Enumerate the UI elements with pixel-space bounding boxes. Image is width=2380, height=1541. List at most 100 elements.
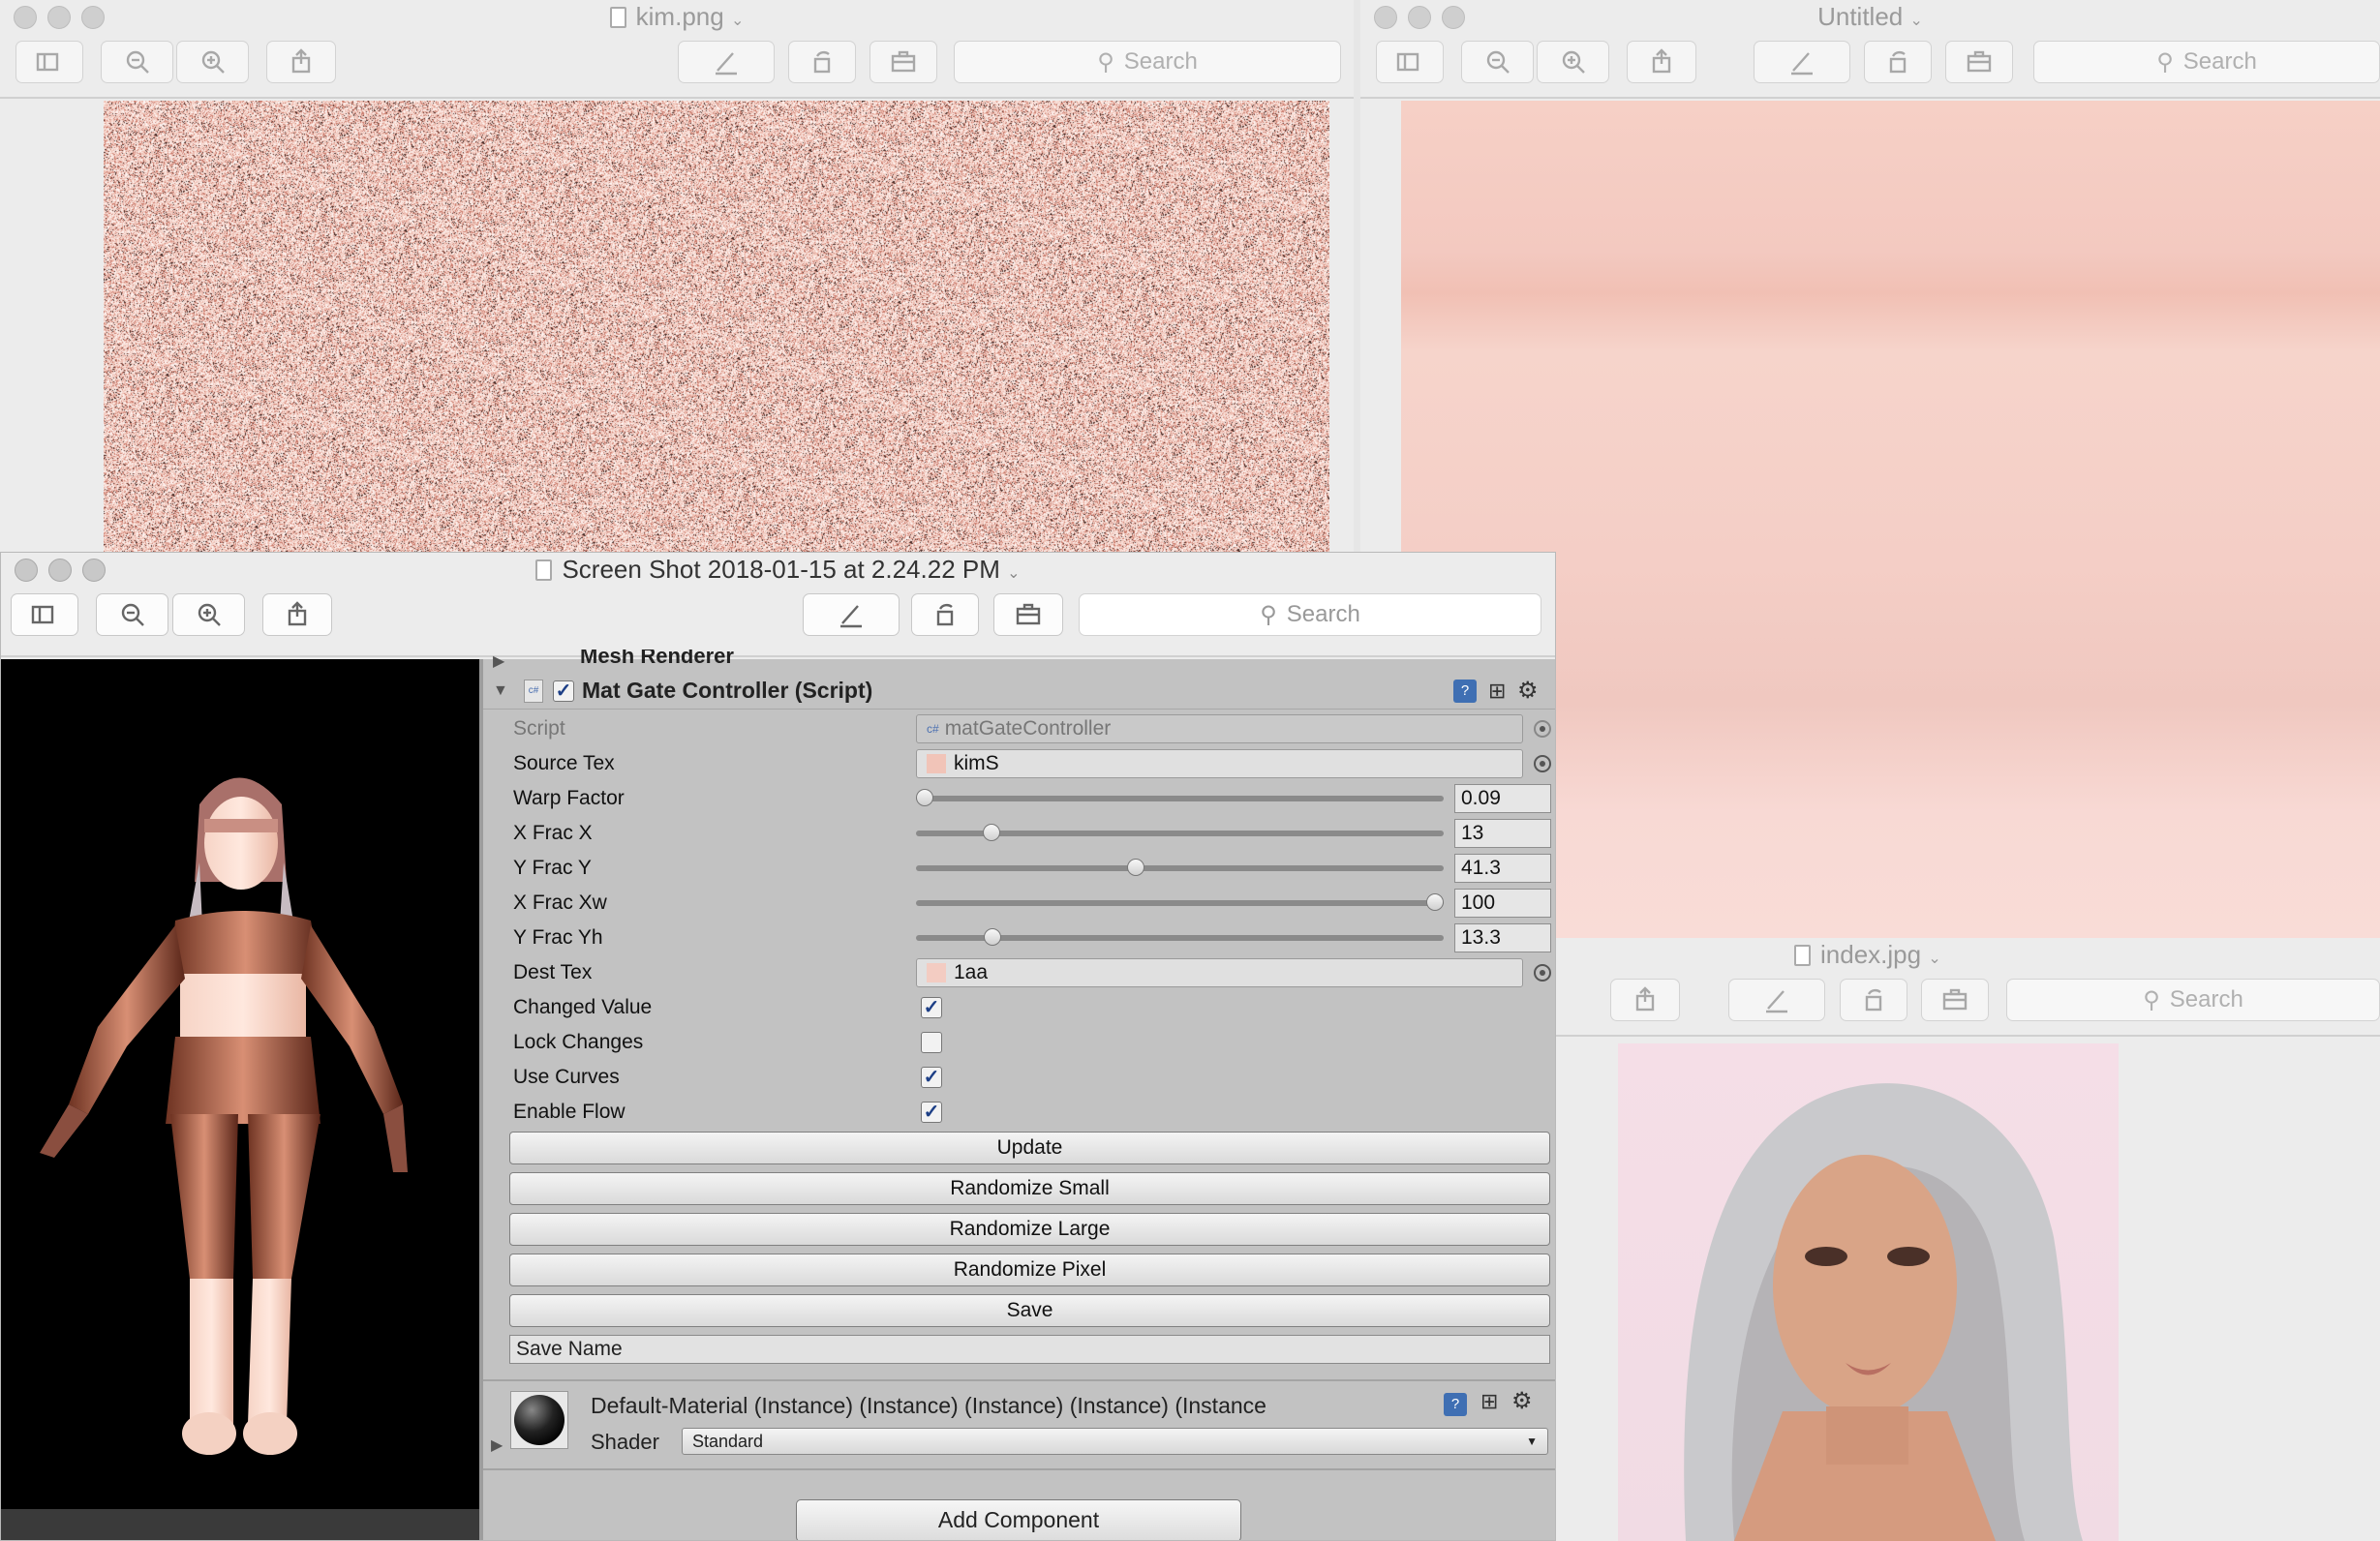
save-name-field[interactable]: Save Name (509, 1335, 1550, 1364)
update-button[interactable]: Update (509, 1132, 1550, 1164)
slider-thumb[interactable] (916, 789, 933, 806)
character-model (40, 777, 408, 1455)
y-frac-yh-input[interactable]: 13.3 (1454, 923, 1551, 952)
toolbox-button[interactable] (870, 41, 937, 83)
search-field[interactable]: ⚲ Search (954, 41, 1341, 83)
markup-pen-button[interactable] (678, 41, 775, 83)
markup-pen-button[interactable] (1728, 979, 1825, 1021)
y-frac-y-input[interactable]: 41.3 (1454, 854, 1551, 883)
chevron-down-icon[interactable]: ⌄ (1007, 565, 1020, 582)
enable-flow-checkbox[interactable]: ✓ (921, 1102, 942, 1123)
help-book-icon[interactable]: ? (1453, 679, 1477, 703)
foldout-arrow-icon[interactable]: ▶ (493, 651, 504, 671)
share-button[interactable] (266, 41, 336, 83)
titlebar[interactable]: Untitled ⌄ (1360, 0, 2380, 34)
rotate-button[interactable] (1864, 41, 1932, 83)
gear-icon[interactable]: ⚙ (1511, 1387, 1533, 1415)
close-button[interactable] (15, 559, 38, 582)
x-frac-x-input[interactable]: 13 (1454, 819, 1551, 848)
preset-icon[interactable]: ⊞ (1488, 679, 1506, 704)
shader-dropdown[interactable]: Standard ▼ (682, 1428, 1548, 1455)
preset-icon[interactable]: ⊞ (1480, 1389, 1498, 1414)
component-header[interactable]: ▼ c# ✓ Mat Gate Controller (Script) ? ⊞ … (483, 673, 1555, 710)
portrait-illustration (1684, 1083, 2083, 1541)
slider-thumb[interactable] (984, 928, 1002, 946)
titlebar[interactable]: Screen Shot 2018-01-15 at 2.24.22 PM ⌄ (1, 553, 1555, 587)
object-picker-icon[interactable] (1534, 964, 1551, 982)
randomize-pixel-button[interactable]: Randomize Pixel (509, 1254, 1550, 1286)
minimize-button[interactable] (1408, 6, 1431, 29)
zoom-in-button[interactable] (172, 593, 245, 636)
object-picker-icon[interactable] (1534, 755, 1551, 772)
search-field[interactable]: ⚲ Search (2006, 979, 2380, 1021)
share-button[interactable] (262, 593, 332, 636)
titlebar[interactable]: kim.png ⌄ (0, 0, 1354, 34)
search-field[interactable]: ⚲ Search (2033, 41, 2380, 83)
zoom-out-button[interactable] (1461, 41, 1534, 83)
lock-changes-row: Lock Changes (483, 1025, 1555, 1060)
toolbox-button[interactable] (993, 593, 1063, 636)
texture-swatch-icon (927, 754, 946, 773)
randomize-large-button[interactable]: Randomize Large (509, 1213, 1550, 1246)
toolbox-button[interactable] (1945, 41, 2013, 83)
zoom-out-button[interactable] (101, 41, 173, 83)
foldout-arrow-icon[interactable]: ▼ (493, 682, 508, 700)
component-enabled-checkbox[interactable]: ✓ (553, 680, 574, 702)
y-frac-yh-row: Y Frac Yh 13.3 (483, 921, 1555, 955)
use-curves-checkbox[interactable]: ✓ (921, 1067, 942, 1088)
close-button[interactable] (1374, 6, 1397, 29)
gear-icon[interactable]: ⚙ (1517, 677, 1539, 705)
share-button[interactable] (1627, 41, 1696, 83)
y-frac-y-slider[interactable] (916, 859, 1444, 876)
slider-thumb[interactable] (1126, 859, 1144, 876)
search-icon: ⚲ (2143, 986, 2160, 1013)
rotate-button[interactable] (911, 593, 979, 636)
save-button[interactable]: Save (509, 1294, 1550, 1327)
document-icon (609, 7, 626, 28)
sidebar-toggle-button[interactable] (11, 593, 78, 636)
markup-pen-button[interactable] (803, 593, 900, 636)
slider-thumb[interactable] (1426, 893, 1444, 911)
changed-value-checkbox[interactable]: ✓ (921, 997, 942, 1018)
share-button[interactable] (1610, 979, 1680, 1021)
source-tex-field[interactable]: kimS (916, 749, 1523, 778)
warp-factor-slider[interactable] (916, 789, 1444, 806)
slider-thumb[interactable] (982, 824, 1000, 841)
chevron-down-icon[interactable]: ⌄ (1909, 13, 1922, 29)
zoom-button[interactable] (1442, 6, 1465, 29)
search-field[interactable]: ⚲ Search (1079, 593, 1541, 636)
minimize-button[interactable] (47, 6, 71, 29)
close-button[interactable] (14, 6, 37, 29)
source-tex-row: Source Tex kimS (483, 746, 1555, 781)
add-component-button[interactable]: Add Component (796, 1499, 1241, 1540)
toolbox-button[interactable] (1921, 979, 1989, 1021)
chevron-down-icon[interactable]: ⌄ (1928, 951, 1940, 967)
zoom-in-button[interactable] (176, 41, 249, 83)
titlebar[interactable]: index.jpg ⌄ (1556, 938, 2380, 972)
zoom-button[interactable] (81, 6, 105, 29)
minimize-button[interactable] (48, 559, 72, 582)
rotate-button[interactable] (1840, 979, 1907, 1021)
help-book-icon[interactable]: ? (1444, 1393, 1467, 1416)
zoom-out-button[interactable] (96, 593, 168, 636)
markup-pen-button[interactable] (1754, 41, 1850, 83)
sidebar-toggle-button[interactable] (1376, 41, 1444, 83)
y-frac-yh-slider[interactable] (916, 928, 1444, 946)
scene-viewport[interactable] (1, 659, 479, 1540)
window-title: kim.png (635, 2, 724, 31)
chevron-down-icon[interactable]: ⌄ (731, 13, 744, 29)
x-frac-xw-slider[interactable] (916, 893, 1444, 911)
mesh-renderer-header[interactable]: ▶ Mesh Renderer (483, 650, 1555, 673)
x-frac-x-slider[interactable] (916, 824, 1444, 841)
warp-factor-input[interactable]: 0.09 (1454, 784, 1551, 813)
object-picker-icon[interactable] (1534, 720, 1551, 738)
lock-changes-checkbox[interactable] (921, 1032, 942, 1053)
foldout-arrow-icon[interactable]: ▶ (491, 1435, 503, 1455)
rotate-button[interactable] (788, 41, 856, 83)
sidebar-toggle-button[interactable] (15, 41, 83, 83)
zoom-button[interactable] (82, 559, 106, 582)
dest-tex-field[interactable]: 1aa (916, 958, 1523, 987)
x-frac-xw-input[interactable]: 100 (1454, 889, 1551, 918)
zoom-in-button[interactable] (1537, 41, 1609, 83)
randomize-small-button[interactable]: Randomize Small (509, 1172, 1550, 1205)
